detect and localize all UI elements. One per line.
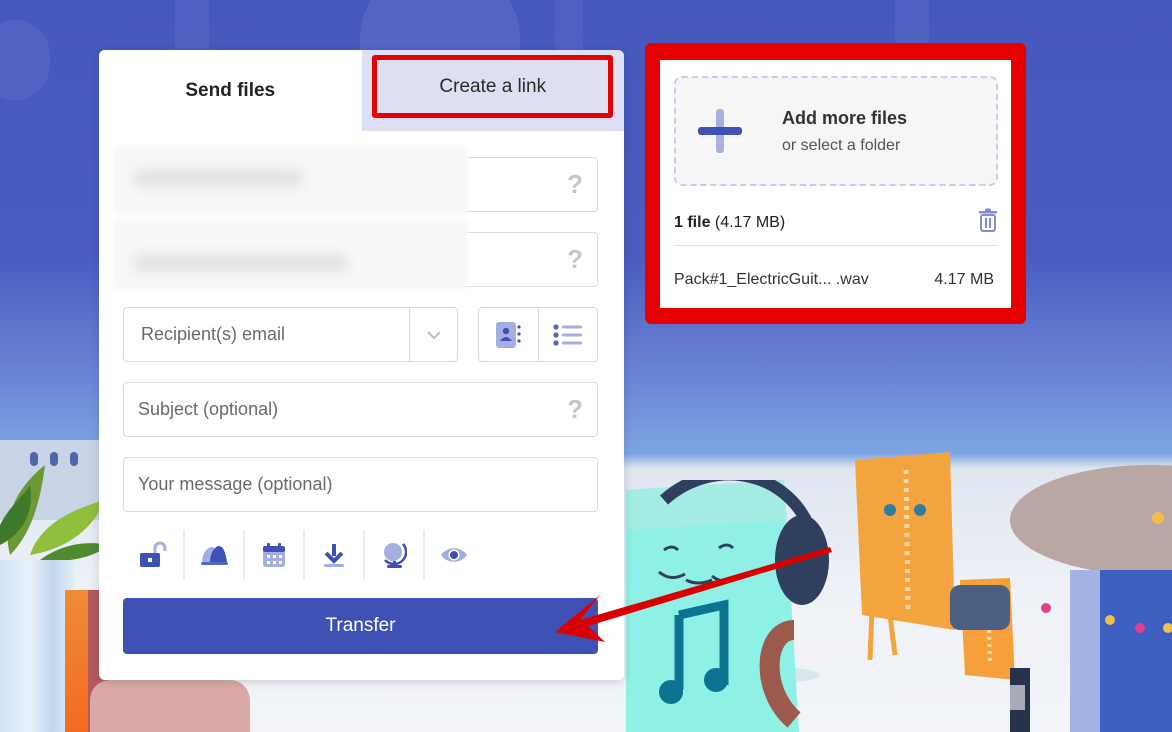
recipient-tools <box>478 307 598 362</box>
add-files-button[interactable]: Add more files or select a folder <box>674 76 998 186</box>
message-input[interactable]: Your message (optional) <box>123 457 598 512</box>
recipient-email-input[interactable]: Recipient(s) email <box>123 307 458 362</box>
unlock-icon <box>140 541 167 567</box>
eye-icon <box>441 548 467 562</box>
vase-illustration <box>0 560 75 732</box>
file-count: 1 file <box>674 213 711 231</box>
subject-input[interactable]: Subject (optional) ? <box>123 382 598 437</box>
chair-illustration <box>90 680 250 732</box>
select-folder-link[interactable]: or select a folder <box>782 137 907 155</box>
blurred-redacted-field <box>113 220 468 290</box>
tab-bar: Send files Create a link <box>99 50 624 131</box>
recipient-list-button[interactable] <box>537 308 598 361</box>
blurred-redacted-field <box>113 145 468 215</box>
annotation-highlight-box: Add more files or select a folder 1 file… <box>645 43 1026 324</box>
files-summary: 1 file (4.17 MB) <box>674 208 998 237</box>
preview-option-button[interactable] <box>423 530 483 580</box>
total-size: (4.17 MB) <box>714 213 786 231</box>
music-file-character <box>626 480 829 732</box>
delete-all-button[interactable] <box>978 208 998 237</box>
background-cloud <box>0 20 50 100</box>
language-option-button[interactable] <box>363 530 423 580</box>
trash-icon <box>979 208 997 232</box>
floor-shadow <box>660 665 820 685</box>
help-icon[interactable]: ? <box>567 244 583 275</box>
recipient-email-placeholder: Recipient(s) email <box>141 324 286 344</box>
zip-file-characters <box>855 452 1015 680</box>
bell-icon <box>201 546 228 565</box>
background-windows <box>30 452 100 466</box>
tab-create-link-label: Create a link <box>439 75 547 97</box>
plus-icon <box>698 109 742 153</box>
file-size: 4.17 MB <box>934 271 994 288</box>
table-illustration <box>1010 465 1172 732</box>
recipient-dropdown-button[interactable] <box>409 308 457 361</box>
download-icon <box>324 544 344 567</box>
chevron-down-icon <box>426 330 441 339</box>
tab-send-files-label: Send files <box>185 79 276 101</box>
transfer-button[interactable]: Transfer <box>123 598 598 654</box>
subject-placeholder: Subject (optional) <box>138 399 279 419</box>
help-icon[interactable]: ? <box>567 394 583 425</box>
message-placeholder: Your message (optional) <box>138 474 333 494</box>
list-icon <box>553 323 582 346</box>
reminder-option-button[interactable] <box>183 530 243 580</box>
address-book-button[interactable] <box>479 308 538 361</box>
file-list-item[interactable]: Pack#1_ElectricGuit... .wav 4.17 MB <box>674 271 994 289</box>
files-panel: Add more files or select a folder 1 file… <box>660 60 1011 308</box>
tab-send-files[interactable]: Send files <box>99 50 362 131</box>
file-name: Pack#1_ElectricGuit... .wav <box>674 271 869 288</box>
plant-illustration <box>0 465 110 562</box>
help-icon[interactable]: ? <box>567 169 583 200</box>
book-illustration <box>65 590 90 732</box>
calendar-icon <box>263 543 285 567</box>
address-book-icon <box>496 321 521 348</box>
divider <box>674 245 998 246</box>
download-option-button[interactable] <box>303 530 363 580</box>
password-option-button[interactable] <box>123 530 183 580</box>
send-files-panel: Send files Create a link ? ? Recipient(s… <box>99 50 624 680</box>
globe-icon <box>384 543 407 568</box>
transfer-options-bar <box>123 528 598 582</box>
tab-create-link[interactable]: Create a link <box>361 50 624 131</box>
add-files-title: Add more files <box>782 107 908 128</box>
expiration-date-option-button[interactable] <box>243 530 303 580</box>
